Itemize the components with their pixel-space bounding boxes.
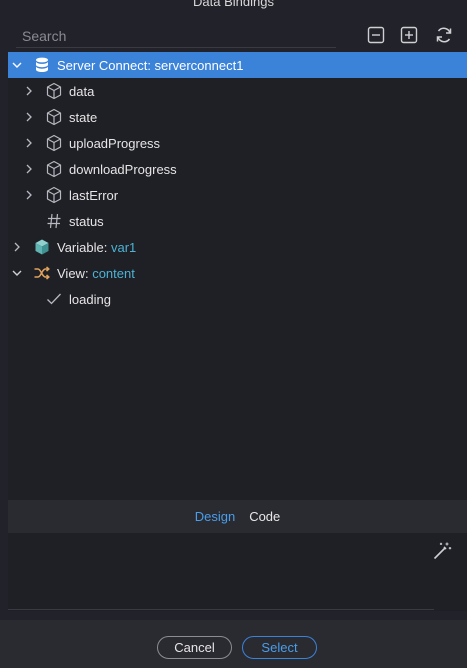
variable-prefix: Variable: <box>57 239 108 255</box>
tree-item-status[interactable]: status <box>8 208 467 234</box>
tree-item-upload-progress[interactable]: uploadProgress <box>8 130 467 156</box>
magic-wand-button[interactable] <box>432 541 452 561</box>
tree-item-server-connect[interactable]: Server Connect: serverconnect1 <box>8 52 467 78</box>
tree-item-variable[interactable]: Variable: var1 <box>8 234 467 260</box>
select-button[interactable]: Select <box>242 636 317 659</box>
cube-icon <box>45 82 63 100</box>
editor-tabs: Design Code <box>8 500 467 533</box>
chevron-right-icon[interactable] <box>24 86 34 96</box>
tree-item-label: loading <box>69 291 111 307</box>
cancel-button[interactable]: Cancel <box>157 636 232 659</box>
tree-item-data[interactable]: data <box>8 78 467 104</box>
expression-editor[interactable] <box>8 533 467 611</box>
data-bindings-dialog: Data Bindings Search Server Connect: ser… <box>0 0 467 668</box>
tree-item-state[interactable]: state <box>8 104 467 130</box>
chevron-down-icon[interactable] <box>12 60 22 70</box>
tree-item-label: downloadProgress <box>69 161 177 177</box>
tree-item-download-progress[interactable]: downloadProgress <box>8 156 467 182</box>
tree-item-view[interactable]: View: content <box>8 260 467 286</box>
title-bar: Data Bindings <box>0 0 467 14</box>
tab-code[interactable]: Code <box>249 509 280 524</box>
search-input[interactable] <box>16 24 336 48</box>
chevron-right-icon[interactable] <box>24 190 34 200</box>
tree-item-last-error[interactable]: lastError <box>8 182 467 208</box>
view-value: content <box>92 265 135 281</box>
minus-square-icon <box>367 26 385 44</box>
check-icon <box>45 290 63 308</box>
tree-item-label: state <box>69 109 98 125</box>
cube-icon <box>45 134 63 152</box>
chevron-down-icon[interactable] <box>12 268 22 278</box>
tree-item-loading[interactable]: loading <box>8 286 467 312</box>
tree-item-label: Variable: var1 <box>57 240 136 255</box>
tree-item-label: Server Connect: serverconnect1 <box>57 57 244 73</box>
tab-design[interactable]: Design <box>195 509 235 524</box>
magic-wand-icon <box>433 542 452 560</box>
refresh-button[interactable] <box>434 26 454 44</box>
chevron-right-icon[interactable] <box>24 112 34 122</box>
view-prefix: View: <box>57 265 89 281</box>
chevron-right-icon[interactable] <box>24 138 34 148</box>
plus-square-icon <box>400 26 418 44</box>
window-title: Data Bindings <box>193 0 274 9</box>
bindings-tree: Server Connect: serverconnect1 data stat… <box>8 52 467 500</box>
tree-item-label: lastError <box>69 187 119 203</box>
chevron-right-icon[interactable] <box>12 242 22 252</box>
editor-divider <box>8 609 434 610</box>
hash-icon <box>45 212 63 230</box>
tree-item-label: uploadProgress <box>69 135 161 151</box>
collapse-all-button[interactable] <box>367 26 385 44</box>
database-icon <box>33 56 51 74</box>
chevron-right-icon[interactable] <box>24 164 34 174</box>
tree-item-label: View: content <box>57 266 135 281</box>
expand-all-button[interactable] <box>400 26 418 44</box>
variable-value: var1 <box>110 239 137 255</box>
cube-icon <box>45 108 63 126</box>
dialog-footer: Cancel Select <box>0 620 467 668</box>
cube-icon <box>45 186 63 204</box>
cube-icon <box>45 160 63 178</box>
search-row <box>8 22 467 48</box>
tree-item-label: data <box>69 83 95 99</box>
shuffle-icon <box>33 264 51 282</box>
tree-item-label: status <box>69 213 104 229</box>
filled-cube-icon <box>33 238 51 256</box>
refresh-icon <box>436 27 452 43</box>
